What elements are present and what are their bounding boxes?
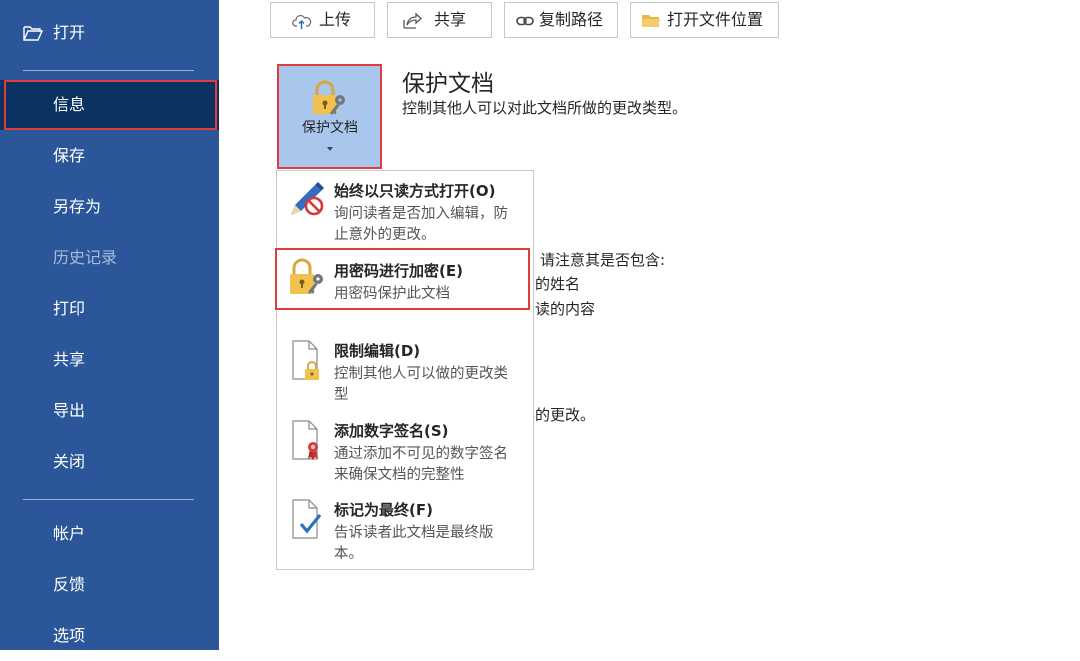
sidebar-item-label: 帐户 <box>53 524 86 543</box>
sidebar-item-label: 导出 <box>53 401 86 420</box>
sidebar-item-label: 选项 <box>53 626 86 645</box>
menu-item-description: 询问读者是否加入编辑，防止意外的更改。 <box>334 206 508 243</box>
menu-item-title: 限制编辑(D) <box>334 342 421 360</box>
sidebar-item-label: 信息 <box>53 95 86 114</box>
menu-item-mark-as-final[interactable]: 标记为最终(F) 告诉读者此文档是最终版本。 <box>277 490 533 569</box>
sidebar-item-feedback[interactable]: 反馈 <box>0 560 219 610</box>
sidebar-item-label: 保存 <box>53 146 86 165</box>
open-file-location-button-label: 打开文件位置 <box>667 10 764 29</box>
sidebar-item-info[interactable]: 信息 <box>0 80 219 130</box>
sidebar-item-options[interactable]: 选项 <box>0 611 219 661</box>
section-title: 保护文档 <box>402 71 494 97</box>
link-icon <box>516 16 534 26</box>
menu-item-description: 通过添加不可见的数字签名来确保文档的完整性 <box>334 446 508 483</box>
sidebar-item-print[interactable]: 打印 <box>0 284 219 334</box>
document-check-icon <box>292 499 322 539</box>
lock-key-icon <box>313 80 345 115</box>
menu-item-encrypt-with-password[interactable]: 用密码进行加密(E) 用密码保护此文档 <box>277 251 533 309</box>
section-description: 控制其他人可以对此文档所做的更改类型。 <box>402 99 688 117</box>
sidebar-divider <box>23 70 194 71</box>
share-button[interactable]: 共享 <box>387 2 492 38</box>
sidebar-item-label: 打印 <box>53 299 86 318</box>
sidebar-item-save-as[interactable]: 另存为 <box>0 182 219 232</box>
sidebar-item-close[interactable]: 关闭 <box>0 437 219 487</box>
protect-document-button[interactable]: 保护文档 <box>279 65 381 167</box>
sidebar-item-share[interactable]: 共享 <box>0 335 219 385</box>
sidebar-item-label: 历史记录 <box>53 248 118 267</box>
sidebar-item-account[interactable]: 帐户 <box>0 509 219 559</box>
menu-item-restrict-editing[interactable]: 限制编辑(D) 控制其他人可以做的更改类型 <box>277 331 533 411</box>
copy-path-button[interactable]: 复制路径 <box>504 2 618 38</box>
upload-button[interactable]: 上传 <box>270 2 375 38</box>
sidebar-item-label: 关闭 <box>53 452 86 471</box>
chevron-down-icon <box>327 147 333 151</box>
backstage-sidebar: 打开 信息 保存 另存为 历史记录 打印 共享 导出 关闭 帐户 反馈 选项 <box>0 0 219 650</box>
protect-document-menu: 始终以只读方式打开(O) 询问读者是否加入编辑，防止意外的更改。 用密码进行加密… <box>276 170 534 570</box>
lock-key-icon <box>290 258 323 294</box>
menu-item-add-digital-signature[interactable]: 添加数字签名(S) 通过添加不可见的数字签名来确保文档的完整性 <box>277 411 533 491</box>
sidebar-item-label: 另存为 <box>53 197 102 216</box>
document-ribbon-icon <box>292 420 318 460</box>
sidebar-item-export[interactable]: 导出 <box>0 386 219 436</box>
menu-item-title: 添加数字签名(S) <box>334 422 449 440</box>
copy-path-button-label: 复制路径 <box>539 10 604 29</box>
sidebar-divider <box>23 499 194 500</box>
info-text: 请注意其是否包含: <box>540 251 666 269</box>
sidebar-item-open[interactable]: 打开 <box>0 8 219 58</box>
folder-open-icon <box>23 26 43 41</box>
sidebar-item-label: 反馈 <box>53 575 86 594</box>
share-icon <box>403 12 422 29</box>
menu-item-description: 告诉读者此文档是最终版本。 <box>334 525 494 562</box>
pencil-no-icon <box>291 182 324 216</box>
document-lock-icon <box>292 340 319 380</box>
menu-item-description: 控制其他人可以做的更改类型 <box>334 366 508 403</box>
protect-document-button-label: 保护文档 <box>302 120 358 136</box>
folder-icon <box>642 15 660 27</box>
menu-item-title: 用密码进行加密(E) <box>334 262 463 280</box>
menu-item-title: 标记为最终(F) <box>334 501 433 519</box>
sidebar-item-label: 打开 <box>53 23 86 42</box>
menu-item-description: 用密码保护此文档 <box>334 286 450 302</box>
sidebar-item-history[interactable]: 历史记录 <box>0 233 219 283</box>
share-button-label: 共享 <box>434 10 467 29</box>
cloud-upload-icon <box>292 14 312 29</box>
menu-item-always-open-read-only[interactable]: 始终以只读方式打开(O) 询问读者是否加入编辑，防止意外的更改。 <box>277 171 533 247</box>
upload-button-label: 上传 <box>319 10 352 29</box>
sidebar-item-label: 共享 <box>53 350 86 369</box>
sidebar-item-save[interactable]: 保存 <box>0 131 219 181</box>
menu-item-title: 始终以只读方式打开(O) <box>334 182 496 200</box>
open-file-location-button[interactable]: 打开文件位置 <box>630 2 779 38</box>
